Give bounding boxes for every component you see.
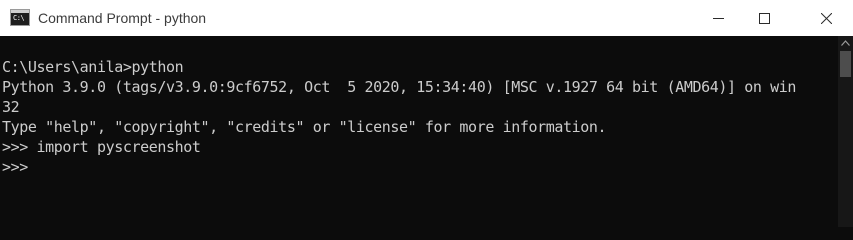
cmd-icon-label: C:\ bbox=[13, 14, 25, 22]
console-line: 32 bbox=[2, 98, 20, 116]
maximize-icon bbox=[758, 12, 770, 24]
vertical-scrollbar[interactable] bbox=[838, 36, 853, 227]
maximize-button[interactable] bbox=[741, 0, 787, 36]
window-title: Command Prompt - python bbox=[38, 10, 207, 26]
console-prompt-line[interactable]: >>> bbox=[0, 157, 838, 177]
console-line: Python 3.9.0 (tags/v3.9.0:9cf6752, Oct 5… bbox=[2, 78, 797, 96]
console-line: >>> import pyscreenshot bbox=[2, 138, 201, 156]
console-line: Type "help", "copyright", "credits" or "… bbox=[2, 118, 607, 136]
console-line: C:\Users\anila>python bbox=[2, 58, 184, 76]
scrollbar-thumb[interactable] bbox=[840, 51, 851, 77]
close-icon bbox=[820, 12, 832, 24]
title-bar[interactable]: C:\ Command Prompt - python bbox=[0, 0, 853, 36]
console-output[interactable]: C:\Users\anila>python Python 3.9.0 (tags… bbox=[0, 36, 838, 227]
scroll-up-button[interactable] bbox=[838, 36, 853, 50]
chevron-up-icon bbox=[841, 40, 850, 46]
minimize-button[interactable] bbox=[695, 0, 741, 36]
minimize-icon bbox=[712, 17, 724, 19]
close-button[interactable] bbox=[803, 0, 849, 36]
cmd-icon[interactable]: C:\ bbox=[10, 9, 30, 26]
